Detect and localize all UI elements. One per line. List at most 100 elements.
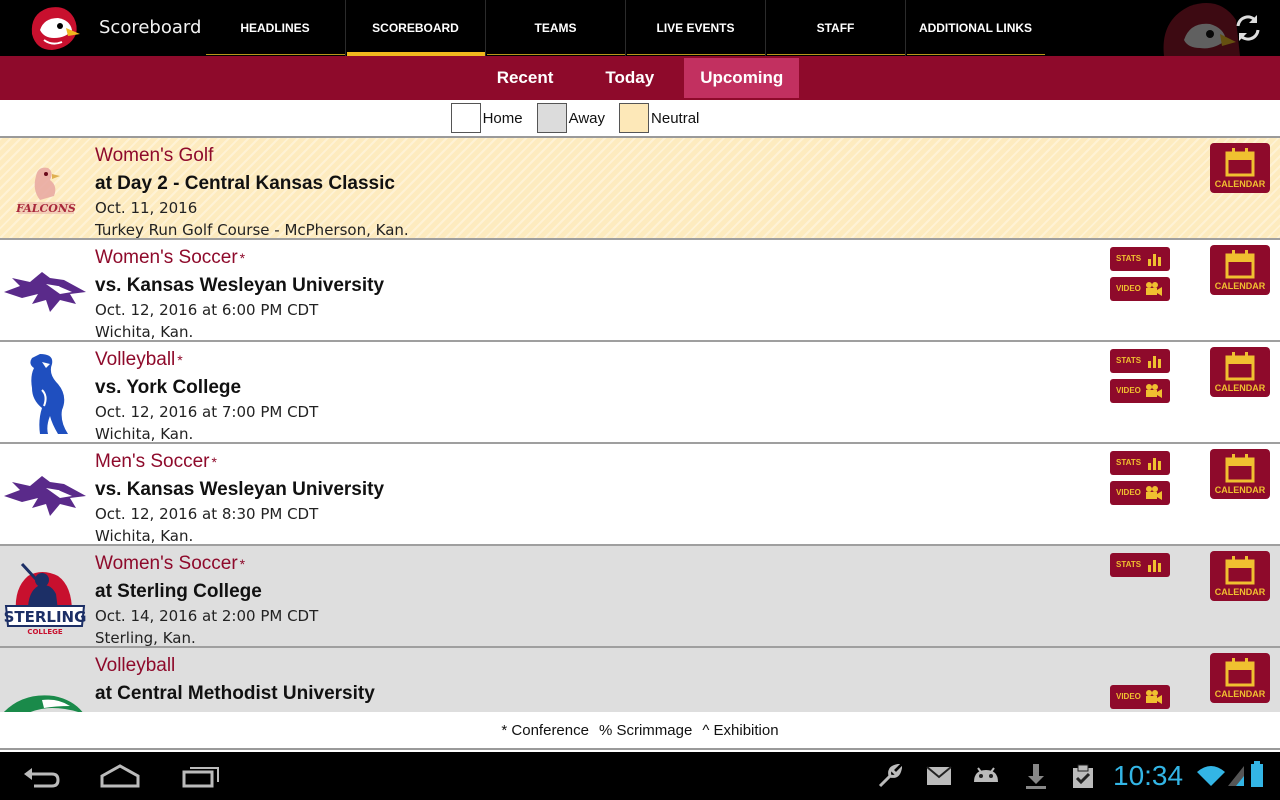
calendar-icon [1225,250,1255,279]
event-location: Turkey Run Golf Course - McPherson, Kan. [95,221,409,239]
legend-home: Home [450,103,523,133]
tab-staff[interactable]: STAFF [765,0,905,56]
sub-tab-bar: Recent Today Upcoming [0,56,1280,100]
event-datetime: Oct. 12, 2016 at 6:00 PM CDT [95,301,319,319]
falcon-logo-icon[interactable] [26,4,80,52]
legend-away: Away [536,103,606,133]
back-icon[interactable] [20,760,60,792]
event-datetime: Oct. 11, 2016 [95,199,198,217]
event-location: Wichita, Kan. [95,323,194,341]
event-location: Wichita, Kan. [95,527,194,545]
video-button-label: VIDEO [1116,386,1141,395]
system-clock: 10:34 [1113,760,1184,791]
tab-additional-links[interactable]: ADDITIONAL LINKS [905,0,1045,56]
legend-label-away: Away [568,109,606,127]
sterling-logo-icon: STERLING COLLEGE [4,562,86,636]
event-sport: Women's Soccer * [95,247,246,268]
clipboard-check-icon[interactable] [1070,762,1096,790]
game-type-key: * Conference % Scrimmage ^ Exhibition [0,712,1280,750]
calendar-button[interactable]: CALENDAR [1210,449,1270,499]
coyote-logo-icon [4,476,86,516]
subtab-upcoming[interactable]: Upcoming [684,58,800,98]
calendar-button[interactable]: CALENDAR [1210,245,1270,295]
video-button[interactable]: VIDEO [1110,379,1170,403]
event-list[interactable]: FALCONS Women's Golf at Day 2 - Central … [0,138,1280,712]
battery-icon[interactable] [1250,760,1264,788]
stats-button-label: STATS [1116,356,1142,365]
stats-button[interactable]: STATS [1110,553,1170,577]
legend-swatch-home [450,103,481,133]
calendar-button[interactable]: CALENDAR [1210,143,1270,193]
calendar-icon [1225,658,1255,687]
event-opponent: vs. York College [95,377,242,398]
legend-label-home: Home [482,109,523,127]
event-row[interactable]: FALCONS Women's Golf at Day 2 - Central … [0,138,1280,240]
signal-icon[interactable] [1226,764,1246,788]
stats-button-label: STATS [1116,560,1142,569]
tab-teams[interactable]: TEAMS [485,0,625,56]
home-icon[interactable] [100,760,140,792]
mascot-watermark-icon [1163,3,1240,56]
location-legend: Home Away Neutral [0,100,1280,138]
stats-button[interactable]: STATS [1110,451,1170,475]
sub-tabs: Recent Today Upcoming [0,56,1280,100]
falcons-logo-icon: FALCONS [15,167,76,215]
app-title: Scoreboard [99,17,202,38]
stats-button-label: STATS [1116,254,1142,263]
stats-button[interactable]: STATS [1110,349,1170,373]
app-root: Scoreboard HEADLINES SCOREBOARD TEAMS LI… [0,0,1280,800]
coyote-logo-icon [4,272,86,312]
video-button[interactable]: VIDEO [1110,481,1170,505]
calendar-button[interactable]: CALENDAR [1210,653,1270,703]
download-icon[interactable] [1024,762,1048,790]
subtab-recent[interactable]: Recent [475,58,576,98]
key-scrimmage: % Scrimmage [598,721,693,739]
event-opponent: vs. Kansas Wesleyan University [95,275,385,296]
main-nav: HEADLINES SCOREBOARD TEAMS LIVE EVENTS S… [205,0,1045,56]
tab-scoreboard[interactable]: SCOREBOARD [345,0,485,56]
video-button[interactable]: VIDEO [1110,685,1170,709]
calendar-icon [1225,352,1255,381]
calendar-button-label: CALENDAR [1214,383,1266,393]
tab-headlines[interactable]: HEADLINES [205,0,345,56]
recent-apps-icon[interactable] [182,760,222,792]
bar-chart-icon [1148,560,1161,572]
event-opponent: at Day 2 - Central Kansas Classic [95,173,395,194]
calendar-button[interactable]: CALENDAR [1210,347,1270,397]
tab-live-events[interactable]: LIVE EVENTS [625,0,765,56]
event-sport: Men's Soccer * [95,451,217,472]
video-button[interactable]: VIDEO [1110,277,1170,301]
subtab-today[interactable]: Today [581,58,678,98]
bar-chart-icon [1148,458,1161,470]
legend-label-neutral: Neutral [651,109,700,127]
calendar-button-label: CALENDAR [1214,587,1266,597]
video-camera-icon [1146,384,1162,398]
event-row[interactable]: Volleyball at Central Methodist Universi… [0,648,1280,712]
svg-text:COLLEGE: COLLEGE [27,628,63,636]
stats-button[interactable]: STATS [1110,247,1170,271]
event-opponent: at Central Methodist University [95,683,375,704]
key-exhibition: ^ Exhibition [702,721,779,739]
wrench-icon[interactable] [876,764,902,788]
panther-logo-icon [30,354,68,434]
svg-text:FALCONS: FALCONS [15,202,76,215]
event-row[interactable]: STERLING COLLEGE Women's Soccer * at Ster… [0,546,1280,648]
calendar-button[interactable]: CALENDAR [1210,551,1270,601]
system-navigation-bar: 10:34 [0,752,1280,800]
legend-swatch-neutral [619,103,650,133]
android-debug-icon[interactable] [972,764,1000,788]
refresh-icon[interactable] [1232,12,1264,44]
calendar-button-label: CALENDAR [1214,485,1266,495]
event-row[interactable]: Women's Soccer * vs. Kansas Wesleyan Univ… [0,240,1280,342]
event-sport: Volleyball [95,655,176,676]
wifi-icon[interactable] [1196,764,1226,788]
event-location: Wichita, Kan. [95,425,194,443]
calendar-icon [1225,556,1255,585]
event-row[interactable]: Men's Soccer * vs. Kansas Wesleyan Univer… [0,444,1280,546]
gmail-icon[interactable] [926,766,952,786]
event-datetime: Oct. 12, 2016 at 8:30 PM CDT [95,505,319,523]
stats-button-label: STATS [1116,458,1142,467]
legend-swatch-away [536,103,567,133]
video-camera-icon [1146,282,1162,296]
event-row[interactable]: Volleyball * vs. York College Oct. 12, 20… [0,342,1280,444]
